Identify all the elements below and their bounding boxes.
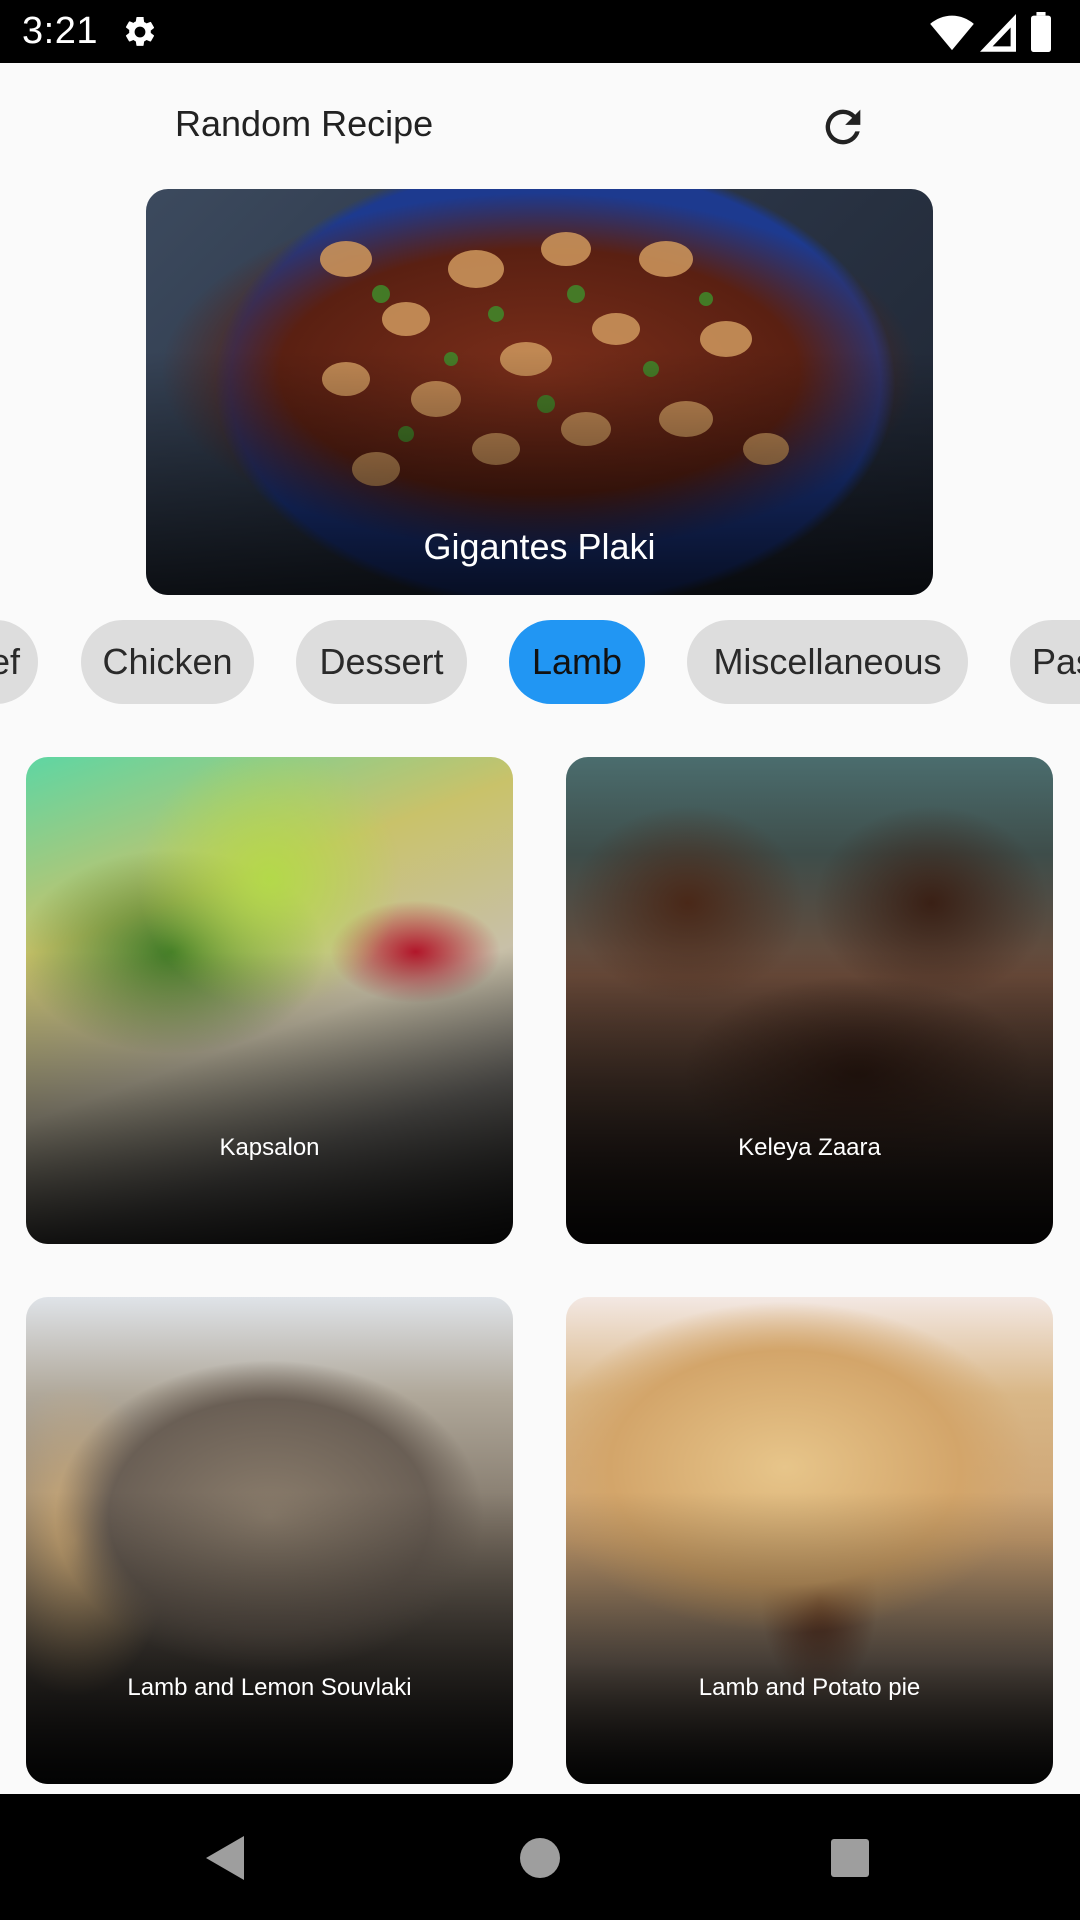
hero-recipe-title: Gigantes Plaki xyxy=(423,526,656,567)
recipe-card-title: Lamb and Lemon Souvlaki xyxy=(127,1674,412,1701)
recipe-card-title: Keleya Zaara xyxy=(738,1134,881,1161)
back-triangle-icon[interactable] xyxy=(198,1830,254,1886)
home-circle-icon[interactable] xyxy=(512,1830,568,1886)
recipe-card[interactable]: Lamb and Lemon Souvlaki xyxy=(26,1297,513,1784)
recipe-card[interactable]: Lamb and Potato pie xyxy=(566,1297,1053,1784)
recipe-card-overlay xyxy=(566,1491,1053,1784)
recipe-card-title: Kapsalon xyxy=(219,1134,320,1161)
settings-gear-icon xyxy=(125,16,155,46)
app-bar: Random Recipe xyxy=(0,63,1080,188)
page-title: Random Recipe xyxy=(175,103,434,144)
recipe-card[interactable]: Keleya Zaara xyxy=(566,757,1053,1244)
recipe-card[interactable]: Kapsalon xyxy=(26,757,513,1244)
category-chip-label: Pasta xyxy=(1032,641,1080,682)
system-navigation-bar xyxy=(0,1794,1080,1920)
random-recipe-card[interactable]: Gigantes Plaki xyxy=(146,189,933,595)
recipe-card-overlay xyxy=(26,1491,513,1784)
category-chip-chicken[interactable]: Chicken xyxy=(81,620,254,704)
status-time: 3:21 xyxy=(22,10,98,52)
category-chip-label: Dessert xyxy=(319,641,444,682)
category-chip-pasta[interactable]: Pasta xyxy=(1010,620,1080,704)
status-bar: 3:21 xyxy=(0,0,1080,63)
category-chip-dessert[interactable]: Dessert xyxy=(296,620,467,704)
category-chip-miscellaneous[interactable]: Miscellaneous xyxy=(687,620,968,704)
category-chip-label: Miscellaneous xyxy=(713,641,942,682)
refresh-button[interactable] xyxy=(815,99,871,155)
wifi-icon xyxy=(930,15,974,51)
recipe-card-overlay xyxy=(26,951,513,1244)
category-chip-lamb[interactable]: Lamb xyxy=(509,620,645,704)
category-chip-label: Beef xyxy=(0,641,20,682)
recipe-card-overlay xyxy=(566,951,1053,1244)
category-chip-list: Beef Chicken Dessert Lamb Miscellaneous … xyxy=(0,620,1080,706)
category-chip-beef[interactable]: Beef xyxy=(0,620,38,704)
battery-icon xyxy=(1031,12,1051,52)
category-chip-label: Lamb xyxy=(531,641,623,682)
cell-signal-icon xyxy=(980,14,1016,52)
recents-square-icon[interactable] xyxy=(822,1830,878,1886)
status-icons xyxy=(930,12,1060,52)
refresh-icon xyxy=(825,109,861,145)
recipe-card-title: Lamb and Potato pie xyxy=(698,1674,921,1701)
category-chip-label: Chicken xyxy=(102,641,233,682)
